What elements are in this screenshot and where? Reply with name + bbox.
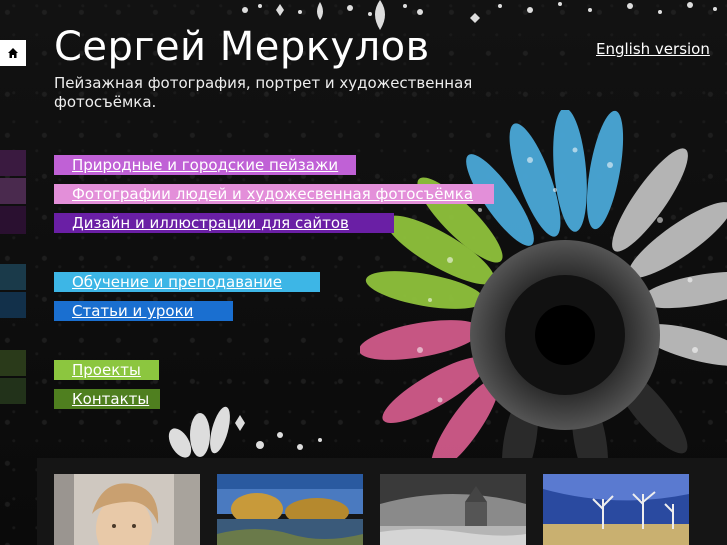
english-version-link[interactable]: English version <box>596 40 710 58</box>
home-button[interactable] <box>0 40 26 66</box>
thumbnail-bw-church[interactable] <box>380 474 526 545</box>
thumbnail-portrait[interactable] <box>54 474 200 545</box>
home-icon <box>8 48 18 58</box>
edge-tab-blue-2 <box>0 292 26 318</box>
floral-silhouette <box>168 406 322 458</box>
nav-item-projects[interactable]: Проекты <box>54 360 159 380</box>
edge-tab-purple-1 <box>0 150 26 176</box>
flower-illustration <box>360 110 727 460</box>
edge-tab-purple-3 <box>0 206 26 234</box>
edge-tab-purple-2 <box>0 178 26 204</box>
edge-tab-blue-1 <box>0 264 26 290</box>
thumbnail-winter-trees[interactable] <box>543 474 689 545</box>
nav-item-teaching[interactable]: Обучение и преподавание <box>54 272 320 292</box>
nav-item-people[interactable]: Фотографии людей и художесвенная фотосъё… <box>54 184 494 204</box>
nav-item-contacts[interactable]: Контакты <box>54 389 160 409</box>
nav-item-articles[interactable]: Статьи и уроки <box>54 301 233 321</box>
edge-tab-green-2 <box>0 378 26 404</box>
nav-item-design[interactable]: Дизайн и иллюстрации для сайтов <box>54 213 394 233</box>
edge-tab-green-1 <box>0 350 26 376</box>
nav-item-landscapes[interactable]: Природные и городские пейзажи <box>54 155 356 175</box>
thumbnail-autumn-river[interactable] <box>217 474 363 545</box>
page-title: Сергей Меркулов <box>54 24 430 70</box>
page-subtitle: Пейзажная фотография, портрет и художест… <box>54 74 473 111</box>
